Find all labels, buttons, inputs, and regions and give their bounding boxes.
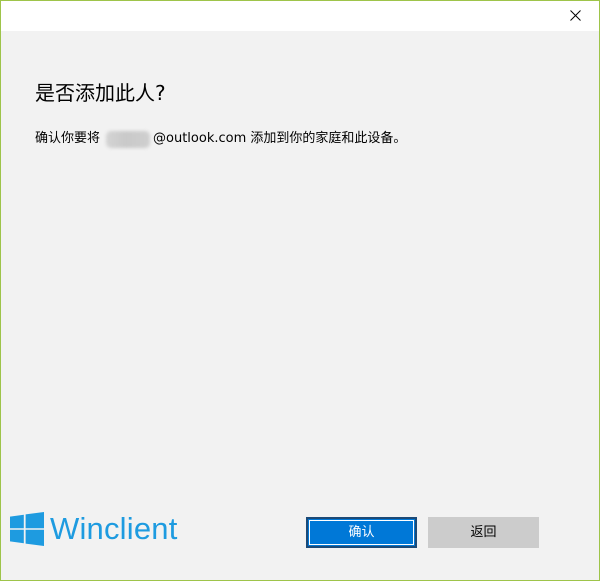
message-suffix: 添加到你的家庭和此设备。 [246, 131, 407, 146]
windows-logo-icon [10, 512, 44, 546]
dialog-content: 是否添加此人? 确认你要将 @outlook.com 添加到你的家庭和此设备。 … [1, 31, 599, 580]
watermark-text: Winclient [50, 511, 178, 546]
title-bar [1, 1, 599, 31]
message-email-domain: @outlook.com [153, 131, 247, 146]
focus-rectangle [309, 520, 414, 545]
dialog-heading: 是否添加此人? [35, 81, 166, 105]
back-button[interactable]: 返回 [428, 517, 539, 548]
watermark: Winclient [10, 511, 178, 547]
close-button[interactable] [553, 1, 599, 31]
redacted-email-name [106, 130, 151, 148]
back-button-label: 返回 [470, 525, 497, 540]
confirmation-message: 确认你要将 @outlook.com 添加到你的家庭和此设备。 [35, 129, 406, 149]
dialog-window: 是否添加此人? 确认你要将 @outlook.com 添加到你的家庭和此设备。 … [0, 0, 600, 581]
confirm-button[interactable]: 确认 [306, 517, 417, 548]
close-icon [570, 10, 581, 21]
message-prefix: 确认你要将 [35, 131, 101, 146]
